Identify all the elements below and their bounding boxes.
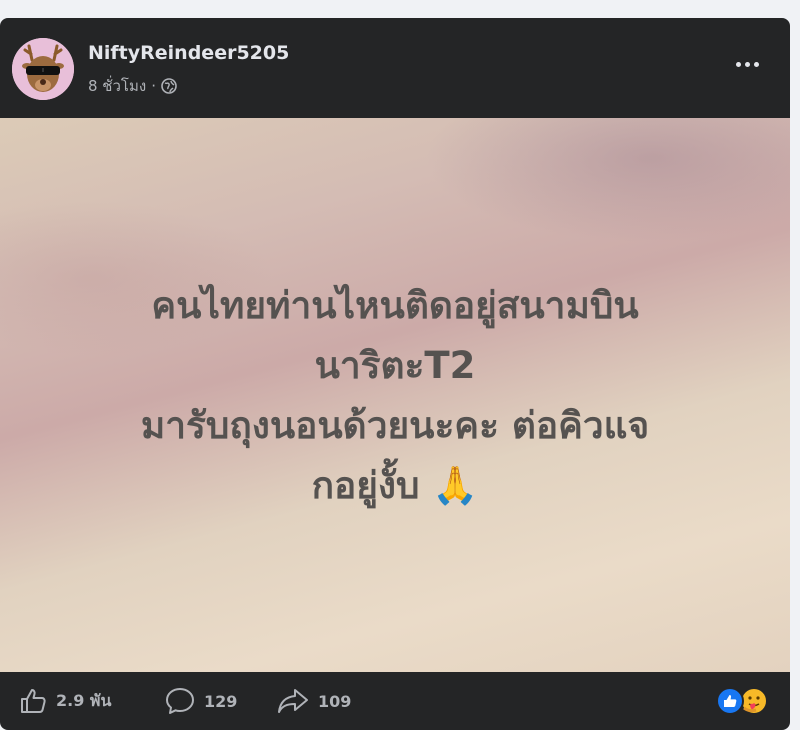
care-reaction-icon: [740, 687, 768, 715]
more-options-button[interactable]: [730, 54, 764, 74]
post-image[interactable]: คนไทยท่านไหนติดอยู่สนามบิน นาริตะT2 มารั…: [0, 118, 790, 672]
more-dot: [753, 61, 759, 67]
share-button[interactable]: 109: [276, 686, 351, 716]
post-meta: 8 ชั่วโมง ·: [88, 74, 177, 98]
post-text: คนไทยท่านไหนติดอยู่สนามบิน นาริตะT2 มารั…: [0, 276, 790, 516]
more-dot: [744, 61, 750, 67]
comment-button[interactable]: 129: [164, 686, 237, 716]
like-reaction-icon: [716, 687, 744, 715]
author-name[interactable]: NiftyReindeer5205: [88, 42, 289, 64]
like-button[interactable]: 2.9 พัน: [18, 686, 111, 716]
post-text-line: คนไทยท่านไหนติดอยู่สนามบิน: [151, 284, 639, 327]
share-count: 109: [318, 691, 352, 711]
reactions-summary[interactable]: [716, 686, 772, 716]
more-options-icon: [735, 61, 741, 67]
post-text-line: กอยู่งั้บ 🙏: [311, 464, 479, 507]
post-text-line: นาริตะT2: [314, 344, 476, 387]
share-icon: [278, 689, 308, 713]
meta-separator: ·: [151, 77, 156, 95]
post-footer: 2.9 พัน 129 109: [0, 672, 790, 730]
author-avatar[interactable]: [12, 38, 74, 100]
comment-count: 129: [204, 691, 238, 711]
reaction-icons: [716, 687, 768, 715]
post-time[interactable]: 8 ชั่วโมง: [88, 74, 146, 98]
globe-icon: [161, 78, 177, 94]
comment-icon: [166, 688, 194, 714]
like-icon: [21, 689, 46, 713]
post-card: NiftyReindeer5205 8 ชั่วโมง · คนไทยท่านไ…: [0, 18, 790, 730]
post-header: NiftyReindeer5205 8 ชั่วโมง ·: [0, 18, 790, 118]
like-count: 2.9 พัน: [56, 690, 112, 710]
reindeer-avatar-icon: [12, 38, 74, 100]
post-text-line: มารับถุงนอนด้วยนะคะ ต่อคิวแจ: [140, 404, 650, 447]
